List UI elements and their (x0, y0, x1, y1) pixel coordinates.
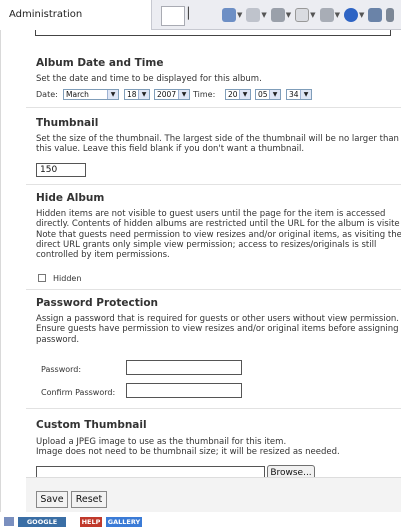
chevron-down-icon: ▼ (269, 90, 280, 99)
new-tab-button[interactable] (161, 6, 185, 26)
chevron-down-icon: ▼ (239, 90, 250, 99)
album-settings-content: Album Date and Time Set the date and tim… (0, 30, 401, 512)
date-label: Date: (36, 90, 58, 99)
album-date-description: Set the date and time to be displayed fo… (36, 74, 262, 84)
chevron-down-icon: ▼ (300, 90, 311, 99)
chevron-down-icon: ▼ (138, 90, 149, 99)
second-value: 34 (289, 90, 299, 99)
reset-button[interactable]: Reset (71, 491, 107, 508)
chevron-down-icon: ▼ (107, 90, 118, 99)
custom-thumbnail-heading: Custom Thumbnail (36, 419, 147, 431)
password-label: Password: (41, 365, 82, 374)
hour-select[interactable]: 20 ▼ (225, 89, 251, 100)
section-divider (26, 107, 401, 108)
page-button[interactable]: ▼ (295, 6, 316, 24)
thumbnail-description: Set the size of the thumbnail. The large… (36, 134, 399, 155)
minute-value: 05 (258, 90, 268, 99)
album-date-heading: Album Date and Time (36, 57, 164, 69)
badge-google[interactable]: GOOGLE (18, 517, 66, 527)
home-icon (222, 8, 236, 22)
thumbnail-heading: Thumbnail (36, 117, 99, 129)
help-icon (343, 8, 358, 22)
thumbnail-size-input[interactable]: 150 (36, 163, 86, 177)
year-value: 2007 (157, 90, 177, 99)
hour-value: 20 (228, 90, 238, 99)
time-label: Time: (193, 90, 216, 99)
page-icon (295, 8, 310, 22)
section-divider (26, 184, 401, 185)
save-button[interactable]: Save (36, 491, 68, 508)
status-icon (4, 517, 14, 526)
more-button[interactable] (386, 6, 395, 24)
badge-gallery[interactable]: GALLERY (106, 517, 142, 527)
feeds-button[interactable]: ▼ (246, 6, 267, 24)
browser-toolbar: Administration ▏ ▼ ▼ ▼ ▼ ▼ ▼ (0, 0, 401, 30)
month-select[interactable]: March ▼ (63, 89, 119, 100)
research-icon (368, 8, 383, 22)
minute-select[interactable]: 05 ▼ (255, 89, 281, 100)
tools-icon (319, 8, 334, 22)
section-divider (26, 289, 401, 290)
badge-help[interactable]: HELP (80, 517, 102, 527)
section-divider (26, 408, 401, 409)
hide-album-heading: Hide Album (36, 192, 105, 204)
more-icon (386, 8, 395, 22)
custom-thumbnail-description: Upload a JPEG image to use as the thumbn… (36, 437, 340, 458)
password-description: Assign a password that is required for g… (36, 314, 400, 345)
research-button[interactable] (368, 6, 383, 24)
year-select[interactable]: 2007 ▼ (154, 89, 190, 100)
hidden-checkbox-label: Hidden (53, 274, 82, 283)
confirm-password-input[interactable] (126, 383, 242, 398)
print-icon (270, 8, 285, 22)
previous-field-bottom (35, 30, 391, 36)
password-input[interactable] (126, 360, 242, 375)
home-button[interactable]: ▼ (222, 6, 242, 24)
close-tab-icon[interactable]: ▏ (188, 7, 200, 23)
day-select[interactable]: 18 ▼ (124, 89, 150, 100)
tools-button[interactable]: ▼ (319, 6, 340, 24)
help-button[interactable]: ▼ (343, 6, 364, 24)
tab-title: Administration (9, 9, 83, 20)
month-value: March (66, 90, 89, 99)
print-button[interactable]: ▼ (270, 6, 291, 24)
hidden-checkbox[interactable] (38, 274, 46, 282)
tab-administration[interactable]: Administration (0, 0, 152, 30)
feeds-icon (246, 8, 261, 22)
confirm-password-label: Confirm Password: (41, 388, 116, 397)
command-bar: ▼ ▼ ▼ ▼ ▼ ▼ (222, 6, 395, 24)
second-select[interactable]: 34 ▼ (286, 89, 312, 100)
status-bar: GOOGLE HELP GALLERY (0, 512, 401, 531)
password-heading: Password Protection (36, 297, 159, 309)
day-value: 18 (127, 90, 137, 99)
hide-album-description: Hidden items are not visible to guest us… (36, 209, 401, 261)
chevron-down-icon: ▼ (178, 90, 189, 99)
